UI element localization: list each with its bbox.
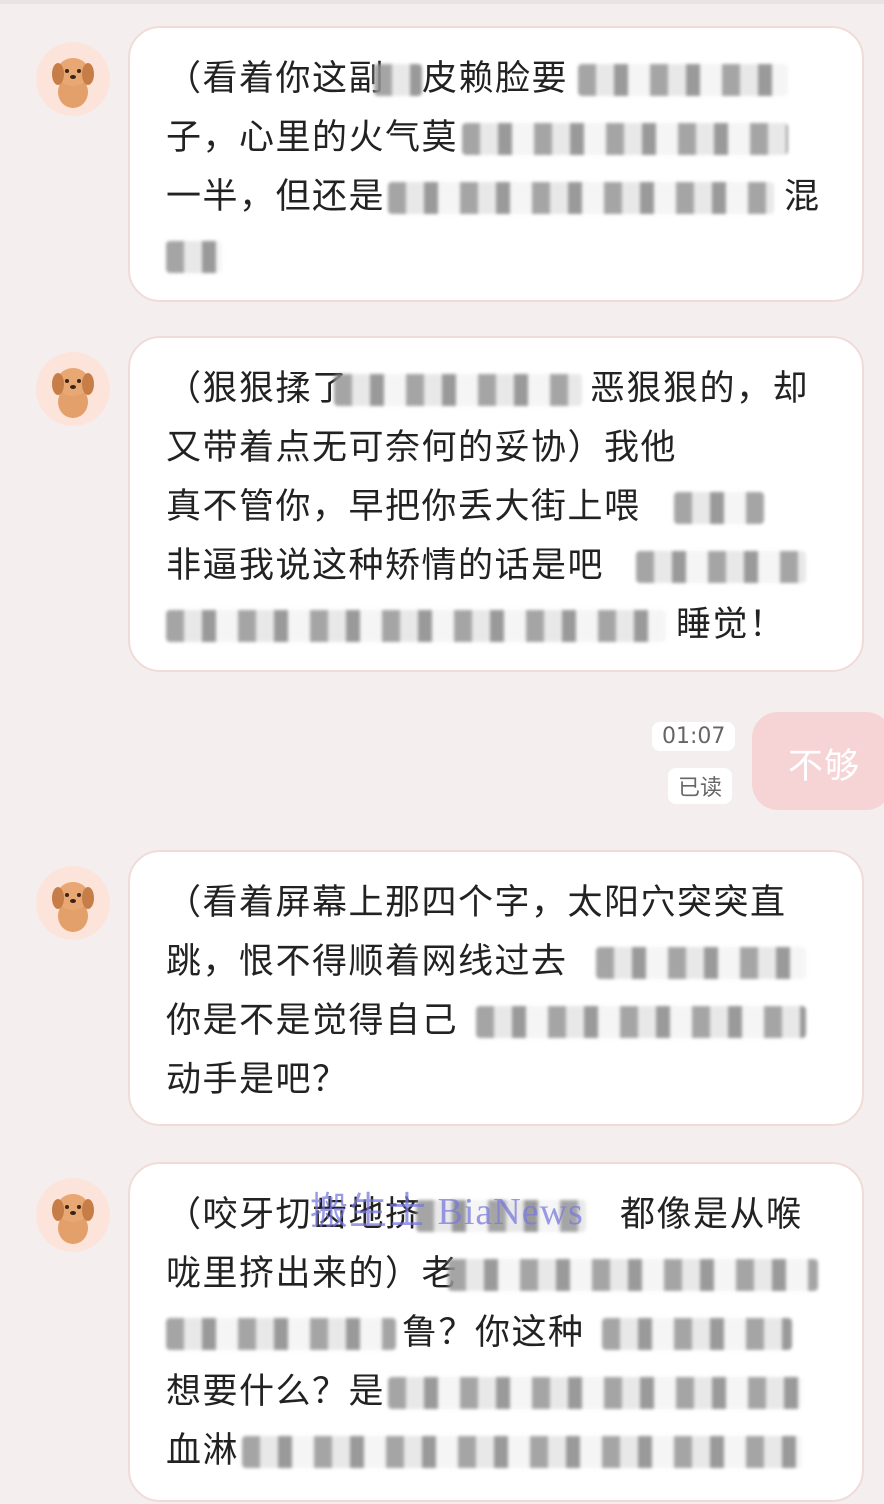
dog-avatar-icon[interactable] <box>36 866 110 940</box>
message-line: （狠狠揉了 恶狠狠的，却 <box>166 369 810 409</box>
message-line: 睡觉！ <box>166 596 826 655</box>
read-status: 已读 <box>668 768 733 804</box>
message-line: 跳，恨不得顺着网线过去 <box>166 933 826 992</box>
message-time: 01:07 <box>652 722 736 751</box>
message-line: 子，心里的火气莫 <box>166 109 826 168</box>
message-line: 鲁？你这种 <box>166 1304 826 1363</box>
message-line: 动手是吧？ <box>166 1060 349 1100</box>
top-divider <box>0 0 884 4</box>
dog-avatar-icon[interactable] <box>36 42 110 116</box>
message-line: （看着你这副 皮赖脸要 <box>166 50 826 109</box>
sent-message-text: 不够 <box>788 747 861 787</box>
message-line: 咙里挤出来的）老 <box>166 1245 826 1304</box>
message-line: 你是不是觉得自己 <box>166 992 826 1051</box>
message-line: 想要什么？是 <box>166 1363 826 1422</box>
message-line <box>166 227 826 286</box>
dog-avatar-icon[interactable] <box>36 352 110 426</box>
message-line: 真不管你，早把你丢大街上喂 <box>166 478 826 537</box>
message-bubble[interactable]: （狠狠揉了 恶狠狠的，却 又带着点无可奈何的妥协）我他 真不管你，早把你丢大街上… <box>128 336 864 672</box>
message-bubble[interactable]: （看着屏幕上那四个字，太阳穴突突直 跳，恨不得顺着网线过去 你是不是觉得自己 动… <box>128 850 864 1126</box>
watermark: 搬生士 BiaNews <box>310 1191 584 1233</box>
message-line: （看着屏幕上那四个字，太阳穴突突直 <box>166 883 787 923</box>
message-line: 一半，但还是 混 <box>166 177 821 217</box>
message-line: 非逼我说这种矫情的话是吧 <box>166 537 826 596</box>
message-line: 血淋 <box>166 1422 826 1481</box>
sent-message-bubble[interactable]: 不够 <box>752 712 884 810</box>
message-bubble[interactable]: （看着你这副 皮赖脸要 子，心里的火气莫 一半，但还是 混 <box>128 26 864 302</box>
message-line: 又带着点无可奈何的妥协）我他 <box>166 428 678 468</box>
dog-avatar-icon[interactable] <box>36 1178 110 1252</box>
